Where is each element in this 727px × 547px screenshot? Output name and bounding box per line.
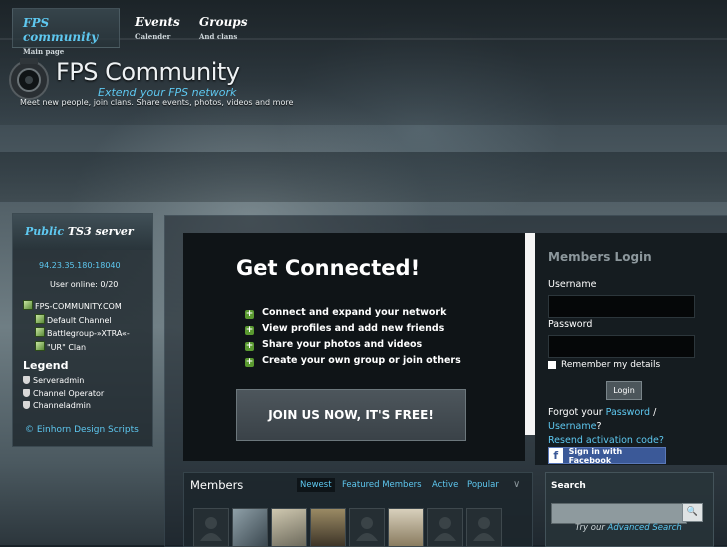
remember-checkbox[interactable]: [548, 361, 556, 369]
login-button[interactable]: Login: [606, 381, 642, 400]
member-avatar[interactable]: [232, 508, 268, 547]
feature-list: + Connect and expand your network + View p…: [245, 305, 461, 369]
forgot-separator: /: [653, 407, 657, 418]
search-title: Search: [551, 481, 586, 491]
username-input[interactable]: [548, 295, 695, 318]
plus-icon: +: [245, 341, 254, 351]
members-title: Members: [190, 478, 244, 492]
facebook-icon: f: [549, 448, 563, 463]
feature-item: + Share your photos and videos: [245, 337, 461, 353]
ts3-online-count: User online: 0/20: [50, 280, 119, 289]
advanced-search-hint: Try our Advanced Search: [575, 523, 682, 533]
ts3-server-root[interactable]: FPS-COMMUNITY.COM: [23, 300, 130, 314]
hero-divider: [525, 233, 535, 435]
legend-label: Channeladmin: [33, 401, 91, 410]
member-avatar[interactable]: [466, 508, 502, 547]
ts3-channel[interactable]: Battlegroup-»XTRA«-: [23, 327, 130, 341]
tab-newest[interactable]: Newest: [297, 478, 335, 492]
nav-item-groups[interactable]: Groups And clans: [189, 8, 259, 46]
copyright-link[interactable]: © Einhorn Design Scripts: [25, 425, 139, 435]
ts3-panel-title: Public TS3 server: [25, 225, 134, 238]
nav-sublabel: And clans: [199, 32, 238, 41]
ts3-channel[interactable]: "UR" Clan: [23, 340, 130, 355]
main-nav: [0, 152, 727, 202]
plus-icon: +: [245, 309, 254, 319]
ts3-title-suffix: TS3 server: [67, 225, 134, 238]
feature-label: View profiles and add new friends: [262, 323, 445, 334]
feature-label: Share your photos and videos: [262, 339, 423, 350]
shield-icon: [23, 401, 30, 409]
forgot-username-link[interactable]: Username: [548, 421, 596, 432]
advanced-search-link[interactable]: Advanced Search: [608, 523, 682, 533]
remember-label: Remember my details: [561, 360, 661, 370]
username-label: Username: [548, 279, 597, 290]
resend-activation-link[interactable]: Resend activation code?: [548, 435, 664, 446]
member-avatar[interactable]: [427, 508, 463, 547]
nav-label: Events: [135, 15, 180, 29]
member-avatar[interactable]: [388, 508, 424, 547]
feature-item: + Connect and expand your network: [245, 305, 461, 321]
forgot-password-link[interactable]: Password: [606, 407, 650, 418]
feature-label: Create your own group or join others: [262, 355, 461, 366]
login-title: Members Login: [548, 250, 652, 264]
facebook-signin-button[interactable]: f Sign in with Facebook: [548, 446, 666, 465]
channel-label: Battlegroup-»XTRA«-: [47, 329, 130, 338]
password-input[interactable]: [548, 335, 695, 358]
shield-icon: [23, 388, 30, 397]
ts3-channel-tree: FPS-COMMUNITY.COM Default Channel Battle…: [23, 300, 130, 354]
feature-label: Connect and expand your network: [262, 307, 447, 318]
plus-icon: +: [245, 325, 254, 335]
legend-item: Serveradmin: [23, 375, 104, 388]
nav-label: Groups: [199, 15, 248, 29]
ts3-channel[interactable]: Default Channel: [23, 313, 130, 328]
legend-label: Channel Operator: [33, 388, 105, 398]
legend-list: Serveradmin Channel Operator Channeladmi…: [23, 375, 104, 413]
tab-popular[interactable]: Popular: [467, 480, 499, 490]
ts3-server-panel: Public TS3 server 94.23.35.180:18040 Use…: [12, 213, 153, 447]
nav-sublabel: Calender: [135, 32, 171, 41]
search-input[interactable]: [551, 503, 687, 524]
nav-sublabel: Main page: [23, 47, 65, 56]
member-avatar[interactable]: [349, 508, 385, 547]
shield-icon: [23, 376, 30, 384]
server-icon: [23, 300, 33, 310]
legend-item: Channeladmin: [23, 400, 104, 413]
join-now-button[interactable]: JOIN US NOW, IT'S FREE!: [236, 389, 466, 441]
feature-item: + Create your own group or join others: [245, 353, 461, 369]
plus-icon: +: [245, 357, 254, 367]
channel-icon: [35, 327, 45, 337]
try-prefix: Try our: [575, 523, 605, 533]
forgot-credentials: Forgot your Password / Username? Resend …: [548, 406, 718, 448]
legend-item: Channel Operator: [23, 388, 104, 401]
site-subline: Meet new people, join clans. Share event…: [20, 98, 294, 107]
tab-featured-members[interactable]: Featured Members: [342, 480, 422, 490]
channel-icon: [35, 313, 45, 324]
member-avatar[interactable]: [310, 508, 346, 547]
password-label: Password: [548, 319, 593, 330]
member-avatar[interactable]: [271, 508, 307, 547]
forgot-question-mark: ?: [596, 421, 602, 432]
ts3-server-ip[interactable]: 94.23.35.180:18040: [39, 261, 121, 270]
nav-item-events[interactable]: Events Calender: [125, 8, 191, 46]
legend-label: Serveradmin: [33, 376, 85, 385]
hero-headline: Get Connected!: [236, 256, 421, 280]
camera-logo-icon: [9, 58, 49, 100]
nav-item-fps-community[interactable]: FPS community Main page: [12, 8, 120, 56]
tab-active[interactable]: Active: [432, 480, 458, 490]
nav-label: FPS community: [23, 16, 99, 44]
search-icon[interactable]: 🔍: [682, 503, 703, 522]
forgot-prefix: Forgot your: [548, 407, 603, 418]
facebook-signin-label: Sign in with Facebook: [568, 446, 623, 465]
feature-item: + View profiles and add new friends: [245, 321, 461, 337]
chevron-down-icon[interactable]: ∨: [513, 479, 520, 490]
channel-label: "UR" Clan: [47, 342, 87, 352]
site-title[interactable]: FPS Community: [56, 58, 240, 86]
channel-label: Default Channel: [47, 315, 112, 325]
legend-title: Legend: [23, 359, 69, 372]
channel-label: FPS-COMMUNITY.COM: [35, 302, 122, 311]
ts3-title-prefix: Public: [25, 225, 65, 238]
member-avatar[interactable]: [193, 508, 229, 547]
channel-icon: [35, 340, 45, 351]
